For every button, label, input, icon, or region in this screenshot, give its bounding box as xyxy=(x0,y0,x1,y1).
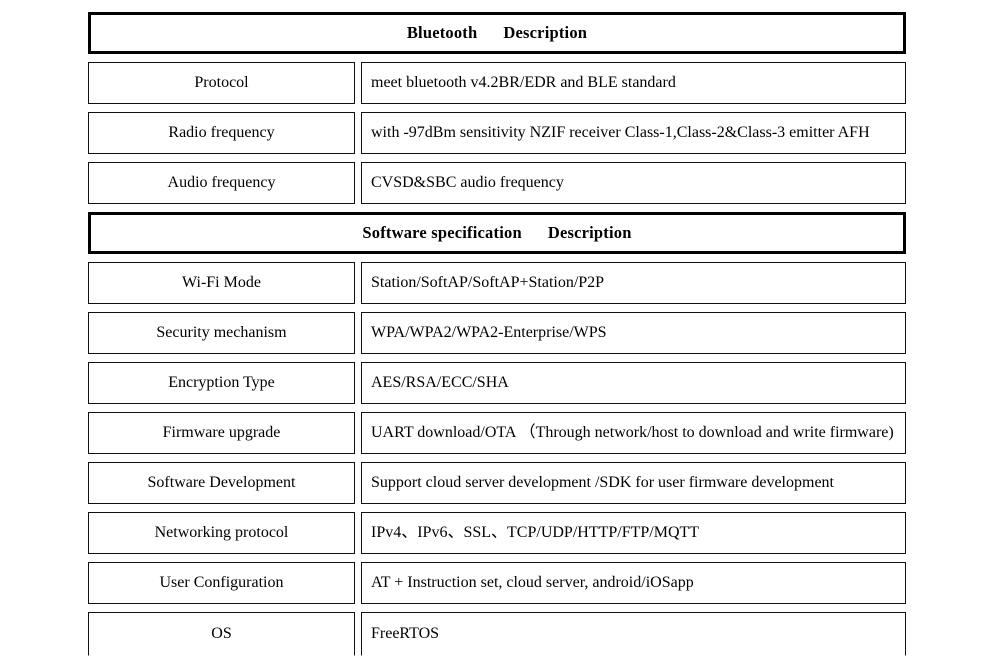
row-label-text: Wi-Fi Mode xyxy=(182,274,261,292)
table-row: Encryption Type AES/RSA/ECC/SHA xyxy=(88,362,906,404)
row-value-cell: FreeRTOS xyxy=(361,612,906,656)
table-row: Wi-Fi Mode Station/SoftAP/SoftAP+Station… xyxy=(88,262,906,304)
table-row: Firmware upgrade UART download/OTA （Thro… xyxy=(88,412,906,454)
section-header-title-left: Bluetooth xyxy=(406,23,478,42)
row-label-cell: Encryption Type xyxy=(88,362,355,404)
specification-table: Bluetooth Description Protocol meet blue… xyxy=(88,12,906,664)
table-row: Audio frequency CVSD&SBC audio frequency xyxy=(88,162,906,204)
row-label-text: Audio frequency xyxy=(167,174,276,192)
row-value-text: WPA/WPA2/WPA2-Enterprise/WPS xyxy=(371,323,607,341)
row-value-cell: IPv4、IPv6、SSL、TCP/UDP/HTTP/FTP/MQTT xyxy=(361,512,906,554)
row-value-cell: WPA/WPA2/WPA2-Enterprise/WPS xyxy=(361,312,906,354)
section-header-software-specification: Software specification Description xyxy=(88,212,906,254)
row-value-text: Station/SoftAP/SoftAP+Station/P2P xyxy=(371,273,605,291)
row-value-text: AES/RSA/ECC/SHA xyxy=(371,373,509,391)
row-label-cell: OS xyxy=(88,612,355,656)
row-value-text: with -97dBm sensitivity NZIF receiver Cl… xyxy=(371,124,870,142)
row-value-cell: CVSD&SBC audio frequency xyxy=(361,162,906,204)
table-row: User Configuration AT + Instruction set,… xyxy=(88,562,906,604)
row-label-cell: Protocol xyxy=(88,62,355,104)
row-value-cell: with -97dBm sensitivity NZIF receiver Cl… xyxy=(361,112,906,154)
section-header-title-right: Description xyxy=(547,223,632,242)
row-label-text: Security mechanism xyxy=(156,324,287,342)
table-row: Protocol meet bluetooth v4.2BR/EDR and B… xyxy=(88,62,906,104)
row-value-text: AT + Instruction set, cloud server, andr… xyxy=(371,573,694,591)
row-label-text: Radio frequency xyxy=(168,124,275,142)
row-value-text: IPv4、IPv6、SSL、TCP/UDP/HTTP/FTP/MQTT xyxy=(371,523,700,541)
row-value-text: UART download/OTA （Through network/host … xyxy=(371,424,894,442)
row-label-text: Networking protocol xyxy=(154,524,289,542)
row-value-cell: AT + Instruction set, cloud server, andr… xyxy=(361,562,906,604)
row-label-cell: Networking protocol xyxy=(88,512,355,554)
table-row: Security mechanism WPA/WPA2/WPA2-Enterpr… xyxy=(88,312,906,354)
row-label-text: Software Development xyxy=(147,474,296,492)
row-label-cell: Software Development xyxy=(88,462,355,504)
row-value-cell: Station/SoftAP/SoftAP+Station/P2P xyxy=(361,262,906,304)
row-value-text: CVSD&SBC audio frequency xyxy=(371,173,564,191)
row-label-text: Firmware upgrade xyxy=(162,424,281,442)
row-label-cell: Radio frequency xyxy=(88,112,355,154)
row-label-text: User Configuration xyxy=(159,574,284,592)
row-label-cell: Firmware upgrade xyxy=(88,412,355,454)
row-label-text: Encryption Type xyxy=(168,374,275,392)
section-header-title-left: Software specification xyxy=(362,223,522,242)
table-row: Software Development Support cloud serve… xyxy=(88,462,906,504)
row-label-cell: Security mechanism xyxy=(88,312,355,354)
table-row: Networking protocol IPv4、IPv6、SSL、TCP/UD… xyxy=(88,512,906,554)
row-value-cell: Support cloud server development /SDK fo… xyxy=(361,462,906,504)
row-value-cell: meet bluetooth v4.2BR/EDR and BLE standa… xyxy=(361,62,906,104)
section-header-bluetooth: Bluetooth Description xyxy=(88,12,906,54)
row-value-text: meet bluetooth v4.2BR/EDR and BLE standa… xyxy=(371,73,676,91)
row-label-cell: User Configuration xyxy=(88,562,355,604)
row-value-cell: UART download/OTA （Through network/host … xyxy=(361,412,906,454)
specification-sheet: Bluetooth Description Protocol meet blue… xyxy=(0,0,1000,656)
row-label-cell: Audio frequency xyxy=(88,162,355,204)
row-label-cell: Wi-Fi Mode xyxy=(88,262,355,304)
table-row: OS FreeRTOS xyxy=(88,612,906,656)
row-value-cell: AES/RSA/ECC/SHA xyxy=(361,362,906,404)
table-row: Radio frequency with -97dBm sensitivity … xyxy=(88,112,906,154)
row-label-text: Protocol xyxy=(194,74,249,92)
section-header-title-right: Description xyxy=(503,23,588,42)
row-value-text: FreeRTOS xyxy=(371,624,440,642)
row-value-text: Support cloud server development /SDK fo… xyxy=(371,474,834,492)
row-label-text: OS xyxy=(211,625,232,643)
